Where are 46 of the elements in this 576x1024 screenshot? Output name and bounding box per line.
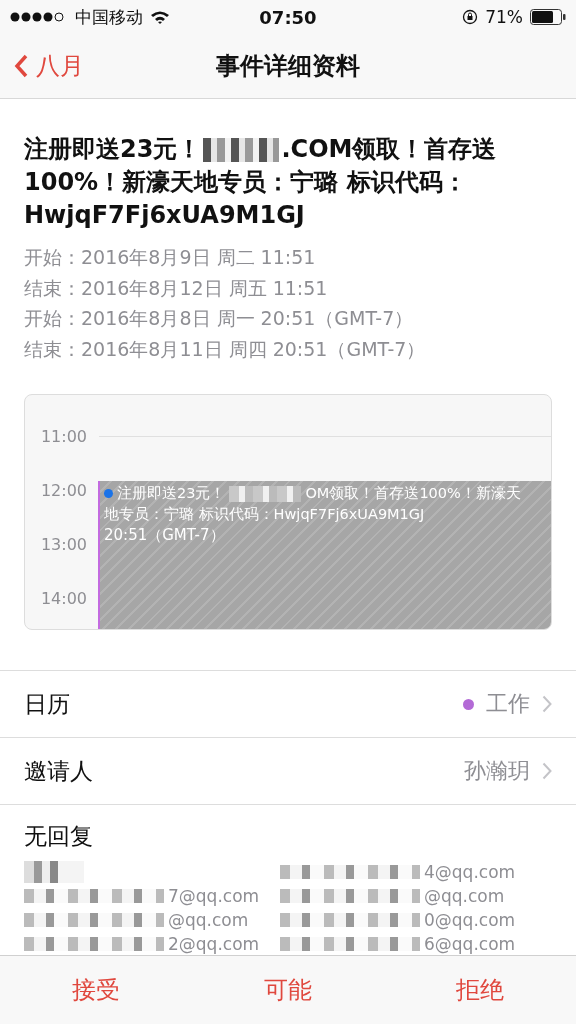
- row-value: 工作: [486, 690, 530, 718]
- invitee-email: @qq.com: [168, 910, 249, 930]
- event-title: 100%！新濠天地专员：宁璐 标识代码：: [24, 167, 467, 198]
- event-title: 注册即送23元！: [24, 134, 202, 165]
- invitee-email: 6@qq.com: [424, 934, 516, 954]
- hour-label: 13:00: [39, 534, 87, 554]
- battery-icon: [530, 9, 566, 25]
- battery-percent: 71%: [485, 7, 523, 27]
- event-block[interactable]: 注册即送23元！ OM领取！首存送100%！新濠天 地专员：宁璐 标识代码：HwjqF7Fj6xUA9M1GJ 20:51（GMT-7）: [98, 481, 551, 629]
- invitee-email: 0@qq.com: [424, 910, 516, 930]
- row-label: 日历: [24, 689, 70, 719]
- event-time: 开始：2016年8月9日 周二 11:51: [24, 245, 317, 270]
- event-time: 开始：2016年8月8日 周一 20:51（GMT-7）: [24, 306, 415, 331]
- hour-label: 11:00: [39, 426, 87, 446]
- event-time: 结束：2016年8月12日 周五 11:51: [24, 275, 329, 301]
- row-label: 邀请人: [24, 756, 93, 786]
- section-heading: 无回复: [24, 822, 94, 851]
- response-button[interactable]: 拒绝: [436, 968, 524, 1012]
- wifi-icon: [150, 10, 170, 24]
- detail-row[interactable]: 邀请人 孙瀚玥: [0, 738, 576, 805]
- invitee-email: 7@qq.com: [168, 886, 260, 906]
- row-value: 孙瀚玥: [464, 757, 530, 785]
- response-button[interactable]: 接受: [52, 968, 140, 1012]
- back-button[interactable]: 八月: [0, 50, 84, 82]
- event-text: 注册即送23元！: [117, 484, 226, 503]
- chevron-icon: [542, 762, 552, 780]
- invitee-email: 4@qq.com: [424, 862, 516, 882]
- event-time: 结束：2016年8月11日 周四 20:51（GMT-7）: [24, 336, 427, 362]
- chevron-left-icon: [14, 54, 28, 78]
- redacted-text: [24, 861, 84, 883]
- rotation-lock-icon: [462, 9, 479, 25]
- hour-label: 14:00: [39, 588, 87, 608]
- event-text: 地专员：宁璐 标识代码：HwjqF7Fj6xUA9M1GJ: [104, 505, 425, 524]
- hour-label: 12:00: [39, 480, 87, 500]
- detail-row[interactable]: 日历 工作: [0, 671, 576, 738]
- screen-title: 事件详细资料: [216, 51, 360, 82]
- response-button[interactable]: 可能: [244, 968, 332, 1012]
- event-title: .COM领取！首存送: [281, 134, 497, 165]
- carrier: 中国移动: [75, 5, 143, 29]
- event-text: OM领取！首存送100%！新濠天: [305, 484, 521, 503]
- clock: 07:50: [259, 6, 317, 28]
- chevron-icon: [542, 695, 552, 713]
- event-time: 20:51（GMT-7）: [104, 525, 226, 546]
- event-title: HwjqF7Fj6xUA9M1GJ: [24, 200, 305, 231]
- invitee-email: @qq.com: [424, 886, 505, 906]
- invitee-email: 2@qq.com: [168, 934, 260, 954]
